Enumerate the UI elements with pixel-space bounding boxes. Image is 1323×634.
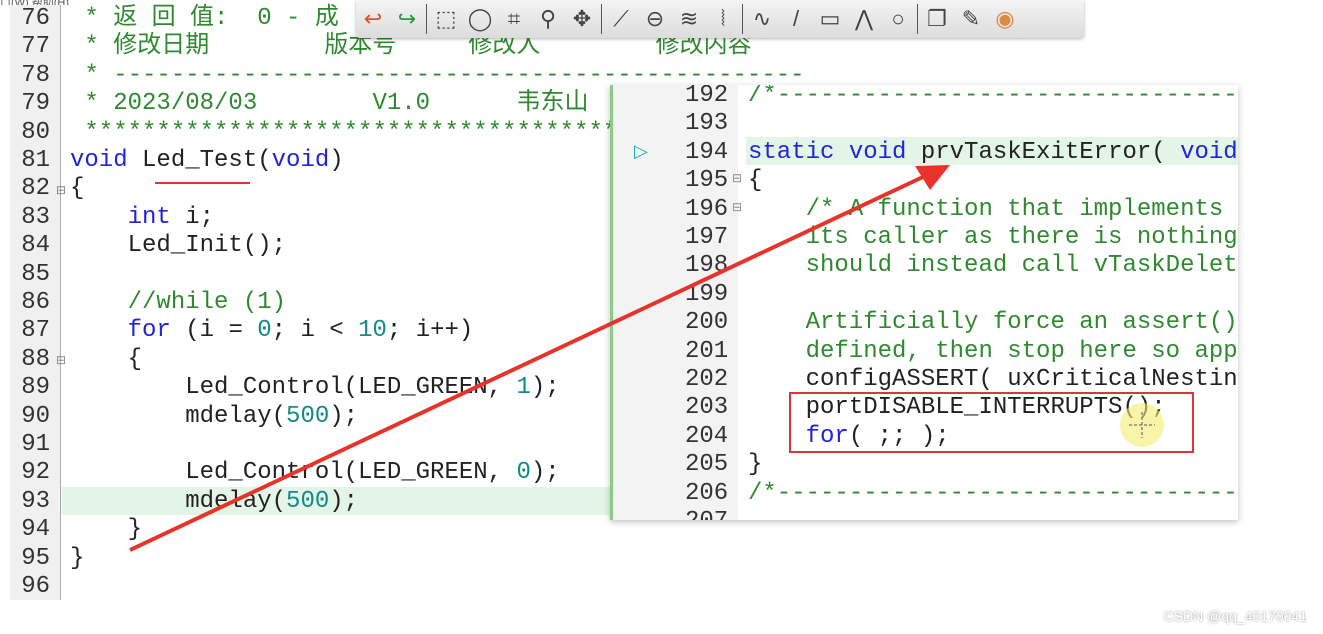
annotation-layer [129,165,1194,552]
watermark: CSDN @qq_40170041 [1163,608,1307,624]
arrow-annotation [129,174,926,552]
